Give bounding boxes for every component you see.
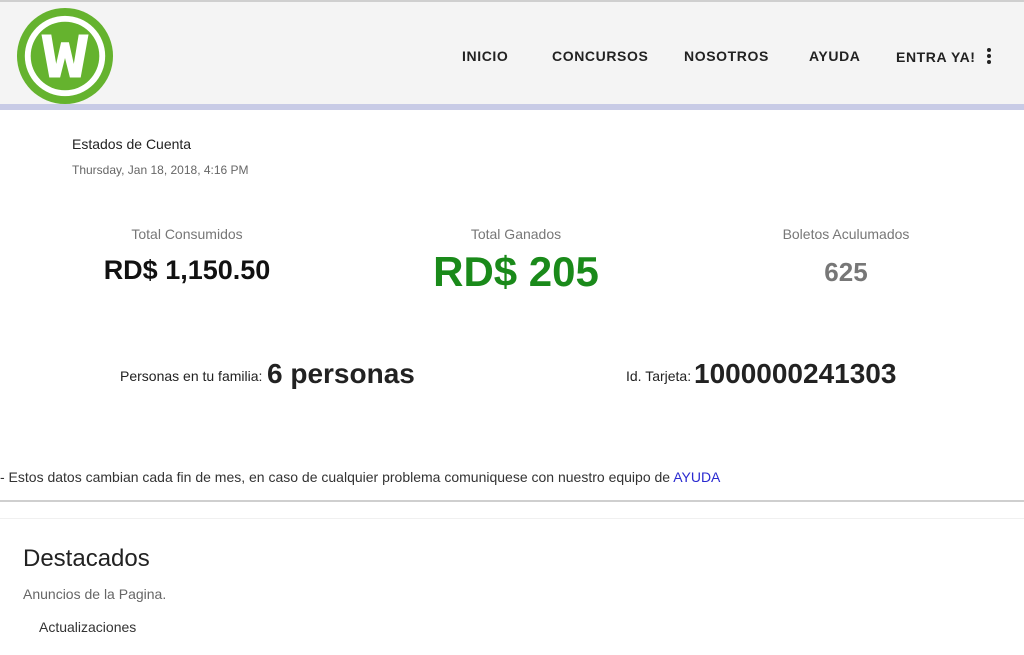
account-date: Thursday, Jan 18, 2018, 4:16 PM — [72, 163, 249, 177]
nav-ayuda[interactable]: AYUDA — [809, 48, 861, 64]
destacados-item-actualizaciones[interactable]: Actualizaciones — [39, 619, 136, 635]
section-divider — [0, 500, 1024, 502]
main-nav: INICIO CONCURSOS NOSOTROS AYUDA ENTRA YA… — [0, 48, 1024, 68]
familia-label: Personas en tu familia: — [120, 368, 263, 384]
boletos-acumulados-label: Boletos Aculumados — [782, 226, 910, 242]
boletos-acumulados-value: 625 — [824, 257, 868, 287]
nav-entra-ya[interactable]: ENTRA YA! — [896, 49, 976, 65]
total-ganados-value: RD$ 205 — [433, 248, 599, 295]
tarjeta-label: Id. Tarjeta: — [626, 368, 692, 384]
section-divider-light — [0, 518, 1024, 519]
notice-text: - Estos datos cambian cada fin de mes, e… — [0, 469, 720, 485]
account-title: Estados de Cuenta — [72, 136, 192, 152]
total-consumidos-value: RD$ 1,150.50 — [103, 255, 271, 285]
destacados-subtitle: Anuncios de la Pagina. — [23, 586, 167, 602]
page: INICIO CONCURSOS NOSOTROS AYUDA ENTRA YA… — [0, 0, 1024, 655]
nav-nosotros[interactable]: NOSOTROS — [684, 48, 769, 64]
header-underline — [0, 104, 1024, 110]
destacados-title: Destacados — [23, 545, 150, 572]
familia-value: 6 personas — [267, 358, 415, 389]
notice-body: - Estos datos cambian cada fin de mes, e… — [0, 469, 674, 485]
nav-concursos[interactable]: CONCURSOS — [552, 48, 648, 64]
top-header: INICIO CONCURSOS NOSOTROS AYUDA ENTRA YA… — [0, 0, 1024, 105]
nav-inicio[interactable]: INICIO — [462, 48, 508, 64]
tarjeta-value: 1000000241303 — [694, 358, 897, 389]
total-consumidos-label: Total Consumidos — [131, 226, 243, 242]
vertical-dots-icon[interactable] — [985, 48, 993, 68]
total-ganados-label: Total Ganados — [470, 226, 562, 242]
ayuda-link[interactable]: AYUDA — [673, 469, 720, 485]
